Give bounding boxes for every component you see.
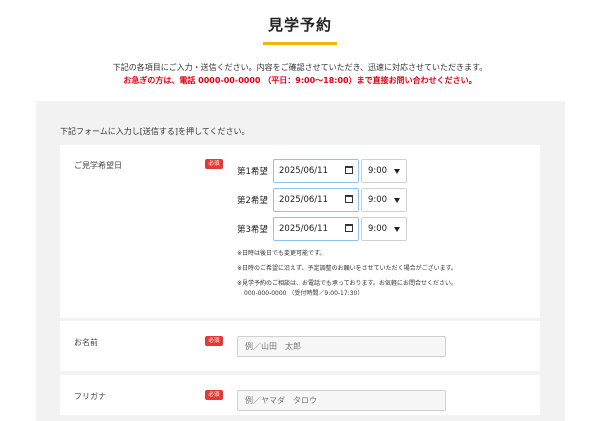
date-value: 2025/06/11: [279, 166, 328, 176]
note-item: ※日時のご希望に沿えず、予定調整のお願いをさせていただく場合がございます。: [237, 265, 458, 272]
note-item: ※日時は後日でも変更可能です。: [237, 250, 326, 257]
visit-date-notes: ※日時は後日でも変更可能です。 ※日時のご希望に沿えず、予定調整のお願いをさせて…: [237, 249, 517, 299]
time-select-3[interactable]: 9:00: [361, 217, 407, 241]
preference-label: 第3希望: [237, 225, 268, 235]
form-lead: 下記フォームに入力し[送信する]を押してください。: [60, 127, 250, 136]
calendar-icon[interactable]: [345, 166, 353, 174]
name-input[interactable]: [237, 336, 446, 357]
reservation-page: 見学予約 下記の各項目にご入力・送信ください。内容をご確認させていただき、迅速に…: [0, 0, 600, 421]
calendar-icon[interactable]: [345, 195, 353, 203]
date-input-2[interactable]: 2025/06/11: [273, 188, 359, 212]
intro-text: 下記の各項目にご入力・送信ください。内容をご確認させていただき、迅速に対応させて…: [0, 61, 600, 87]
note-item: ※見学予約のご相談は、お電話でも承っております。お気軽にお問合せください。: [237, 280, 457, 287]
required-badge: 必須: [205, 336, 223, 346]
time-value: 9:00: [368, 166, 388, 176]
preference-label: 第1希望: [237, 167, 268, 177]
required-badge: 必須: [205, 390, 223, 400]
preference-label: 第2希望: [237, 196, 268, 206]
contact-hours-note: 000-000-0000 （受付時間／9:00-17:30）: [244, 290, 364, 297]
required-badge: 必須: [205, 159, 223, 169]
caret-down-icon: [394, 198, 400, 203]
caret-down-icon: [394, 169, 400, 174]
date-value: 2025/06/11: [279, 195, 328, 205]
visit-date-label: ご見学希望日: [74, 161, 122, 170]
time-value: 9:00: [368, 224, 388, 234]
date-input-3[interactable]: 2025/06/11: [273, 217, 359, 241]
intro-line: 下記の各項目にご入力・送信ください。内容をご確認させていただき、迅速に対応させて…: [112, 63, 488, 72]
calendar-icon[interactable]: [345, 224, 353, 232]
time-select-1[interactable]: 9:00: [361, 159, 407, 183]
kana-section: フリガナ 必須: [60, 375, 540, 415]
urgent-contact-line: お急ぎの方は、電話 0000-00-0000 （平日：9:00～18:00）まで…: [123, 76, 477, 85]
kana-label: フリガナ: [74, 392, 106, 401]
visit-date-section: ご見学希望日 必須 第1希望 2025/06/11 9:00 第2希望 2025…: [60, 145, 540, 318]
title-underline: [263, 42, 337, 45]
time-value: 9:00: [368, 195, 388, 205]
page-title: 見学予約: [267, 16, 332, 34]
caret-down-icon: [394, 227, 400, 232]
name-label: お名前: [74, 338, 98, 347]
name-section: お名前 必須: [60, 321, 540, 371]
date-input-1[interactable]: 2025/06/11: [273, 159, 359, 183]
date-value: 2025/06/11: [279, 224, 328, 234]
time-select-2[interactable]: 9:00: [361, 188, 407, 212]
kana-input[interactable]: [237, 390, 446, 411]
